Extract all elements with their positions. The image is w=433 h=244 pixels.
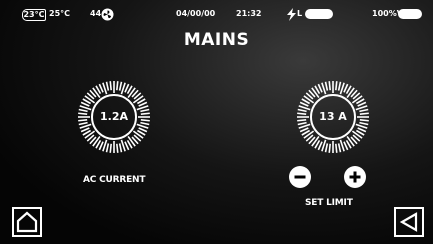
set-limit-label: SET LIMIT	[305, 198, 353, 208]
load-label: L	[297, 9, 303, 18]
status-time: 21:32	[236, 9, 262, 18]
ac-current-value: 1.2A	[100, 110, 128, 123]
decrease-limit-button[interactable]	[289, 166, 311, 188]
internal-temp: 23°C	[22, 9, 46, 21]
back-button[interactable]	[394, 207, 424, 237]
set-limit-value: 13 A	[319, 110, 347, 123]
fan-icon	[101, 6, 114, 21]
increase-limit-button[interactable]	[344, 166, 366, 188]
page-title: MAINS	[183, 30, 250, 50]
external-temp: 25°C	[49, 9, 71, 18]
battery-level-bar	[398, 9, 422, 19]
status-bar: 23°C 25°C 44 04/00/00 21:32 L 100%V	[0, 0, 433, 24]
home-button[interactable]	[12, 207, 42, 237]
mains-screen: 23°C 25°C 44 04/00/00 21:32 L 100%V MAIN…	[0, 0, 433, 244]
ac-current-label: AC CURRENT	[83, 175, 146, 185]
back-arrow-icon	[399, 212, 418, 232]
fan-value: 44	[90, 9, 102, 18]
load-level-bar	[305, 9, 333, 19]
plus-icon	[349, 171, 361, 183]
bolt-icon	[287, 6, 296, 21]
set-limit-dial[interactable]: 13 A	[296, 80, 370, 154]
status-date: 04/00/00	[176, 9, 216, 18]
ac-current-dial: 1.2A	[77, 80, 151, 154]
home-icon	[16, 211, 38, 233]
minus-icon	[294, 175, 306, 179]
